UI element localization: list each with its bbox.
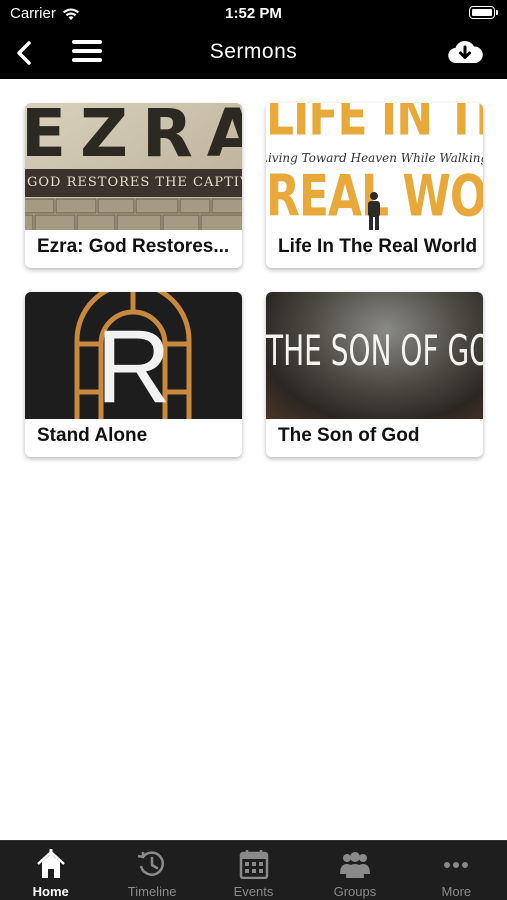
- sermon-title-son-of-god: The Son of God: [278, 425, 420, 446]
- groups-icon: [339, 852, 370, 878]
- home-icon: [36, 849, 65, 878]
- tab-groups-label: Groups: [333, 884, 377, 899]
- sermon-artwork-stand-alone: R: [25, 292, 242, 419]
- sermon-artwork-ezra: EZRA GOD RESTORES THE CAPTIVE: [25, 103, 242, 230]
- tab-more[interactable]: More: [406, 841, 507, 900]
- calendar-icon: [239, 850, 268, 879]
- sermon-card-ezra[interactable]: EZRA GOD RESTORES THE CAPTIVE Ezra: God …: [25, 103, 242, 268]
- sermon-card-stand-alone[interactable]: R Stand Alone: [25, 292, 242, 457]
- nav-bar: Sermons: [0, 28, 507, 79]
- tab-home-label: Home: [32, 884, 69, 899]
- timeline-icon: [137, 851, 165, 876]
- page-title: Sermons: [209, 40, 298, 63]
- tab-groups[interactable]: Groups: [304, 841, 405, 900]
- status-time: 1:52 PM: [225, 5, 282, 22]
- sermon-card-real-world[interactable]: LIFE IN THE Living Toward Heaven While W…: [266, 103, 483, 268]
- status-bar: Carrier 1:52 PM: [0, 0, 507, 28]
- son-of-god-art-title: THE SON OF GOD: [266, 325, 483, 376]
- battery-icon: [469, 6, 498, 19]
- cloud-download-icon[interactable]: [447, 36, 483, 68]
- more-icon: [444, 862, 469, 868]
- sermon-artwork-son-of-god: THE SON OF GOD: [266, 292, 483, 419]
- stand-alone-art-letter: R: [95, 309, 172, 419]
- tab-events[interactable]: Events: [203, 841, 304, 900]
- sermon-artwork-real-world: LIFE IN THE Living Toward Heaven While W…: [266, 103, 483, 230]
- walking-figure-icon: [368, 192, 380, 230]
- sermon-card-son-of-god[interactable]: THE SON OF GOD The Son of God: [266, 292, 483, 457]
- tab-bar: Home Timeline Events Groups More: [0, 840, 507, 900]
- tab-home[interactable]: Home: [0, 841, 101, 900]
- real-world-art-top: LIFE IN THE: [266, 103, 483, 149]
- tab-more-label: More: [441, 884, 472, 899]
- sermon-title-ezra: Ezra: God Restores...: [37, 236, 230, 257]
- ezra-art-subtitle: GOD RESTORES THE CAPTIVE: [27, 175, 242, 190]
- tab-timeline-label: Timeline: [127, 884, 177, 899]
- ezra-art-title: EZRA: [25, 103, 242, 172]
- tab-timeline[interactable]: Timeline: [101, 841, 202, 900]
- tab-events-label: Events: [233, 884, 274, 899]
- sermon-title-real-world: Life In The Real World: [278, 236, 478, 257]
- sermon-title-stand-alone: Stand Alone: [37, 425, 148, 446]
